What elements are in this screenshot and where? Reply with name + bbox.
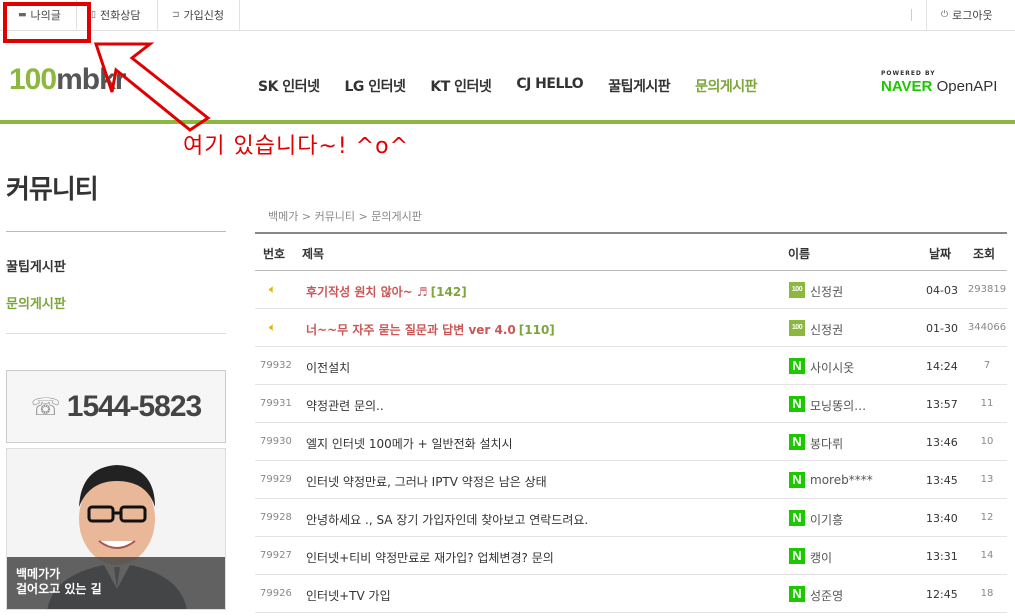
- view-count: 14: [980, 550, 994, 561]
- post-number: 79930: [260, 436, 292, 447]
- site-badge-icon: 100: [789, 320, 805, 336]
- table-row[interactable]: 🔈︎ 너~~무 자주 묻는 질문과 답변 ver 4.0 [110] 100 신정권 01…: [255, 309, 1007, 347]
- arrow-shape: [93, 42, 211, 132]
- view-count: 12: [980, 512, 994, 523]
- author-name[interactable]: 봉다뤼: [810, 435, 843, 452]
- post-number: 79931: [260, 398, 292, 409]
- author-name[interactable]: 이기흥: [810, 511, 843, 528]
- comment-count: [142]: [430, 285, 467, 299]
- sidebar-item-tips[interactable]: 꿀팁게시판: [6, 256, 66, 275]
- post-title: 인터넷+티비 약정만료로 재가입? 업체변경? 문의: [306, 551, 554, 565]
- author-name[interactable]: 사이시옷: [810, 359, 854, 376]
- view-count: 344066: [967, 322, 1007, 333]
- post-title: 약정관련 문의..: [306, 399, 384, 413]
- view-count: 11: [980, 398, 994, 409]
- author-name[interactable]: 모닝똥의…: [810, 397, 866, 414]
- table-row[interactable]: 79926 인터넷+TV 가입 N 성준영 12:45 18: [255, 575, 1007, 613]
- col-date: 날짜: [929, 247, 952, 261]
- view-count: 7: [983, 360, 991, 371]
- post-date: 04-03: [926, 284, 958, 297]
- post-number: 79929: [260, 474, 292, 485]
- post-number: 79932: [260, 360, 292, 371]
- sidebar-divider: [6, 231, 226, 232]
- table-header: 번호 제목 이름 날짜 조회: [255, 232, 1007, 271]
- post-date: 13:45: [926, 474, 958, 487]
- naver-badge-icon: N: [789, 510, 805, 526]
- phone-icon: ☏: [30, 392, 61, 421]
- qna-board-table: 번호 제목 이름 날짜 조회 🔈︎ 후기작성 원치 않아~ ♬ [142] 100 신정…: [255, 232, 1007, 613]
- naver-badge-icon: N: [789, 358, 805, 374]
- post-title: 인터넷+TV 가입: [306, 589, 391, 603]
- promo-caption: 백메가가 걸어오고 있는 길: [7, 557, 225, 609]
- view-count: 10: [980, 436, 994, 447]
- table-row[interactable]: 79927 인터넷+티비 약정만료로 재가입? 업체변경? 문의 N 캥이 13:31 1…: [255, 537, 1007, 575]
- naver-badge-icon: N: [789, 586, 805, 602]
- author-name[interactable]: 신정권: [810, 283, 843, 300]
- naver-badge-icon: N: [789, 472, 805, 488]
- table-row[interactable]: 79931 약정관련 문의.. N 모닝똥의… 13:57 11: [255, 385, 1007, 423]
- table-row[interactable]: 79932 이전설치 N 사이시옷 14:24 7: [255, 347, 1007, 385]
- promo-banner[interactable]: 백메가가 걸어오고 있는 길: [6, 448, 226, 610]
- post-title-link[interactable]: 엘지 인터넷 100메가 + 일반전화 설치시: [306, 435, 513, 452]
- site-badge-icon: 100: [789, 282, 805, 298]
- post-number: 79928: [260, 512, 292, 523]
- post-date: 13:31: [926, 550, 958, 563]
- post-title: 이전설치: [306, 361, 351, 375]
- sidebar-item-qna[interactable]: 문의게시판: [6, 293, 66, 312]
- view-count: 18: [980, 588, 994, 599]
- view-count: 293819: [967, 284, 1007, 295]
- post-title: 너~~무 자주 묻는 질문과 답변 ver 4.0: [306, 323, 516, 337]
- annotation-text: 여기 있습니다~! ^o^: [183, 134, 410, 159]
- post-title-link[interactable]: 너~~무 자주 묻는 질문과 답변 ver 4.0 [110]: [306, 321, 555, 338]
- post-title: 후기작성 원치 않아~ ♬: [306, 285, 428, 299]
- post-number: 79927: [260, 550, 292, 561]
- post-title-link[interactable]: 인터넷+TV 가입: [306, 587, 391, 604]
- author-name[interactable]: 성준영: [810, 587, 843, 604]
- speaker-icon: 🔈︎: [269, 320, 277, 334]
- naver-badge-icon: N: [789, 548, 805, 564]
- view-count: 13: [980, 474, 994, 485]
- sidebar-divider: [6, 333, 226, 334]
- table-row[interactable]: 79928 안녕하세요 ., SA 장기 가입자인데 찾아보고 연락드려요. N 이기…: [255, 499, 1007, 537]
- post-date: 14:24: [926, 360, 958, 373]
- post-title-link[interactable]: 안녕하세요 ., SA 장기 가입자인데 찾아보고 연락드려요.: [306, 511, 588, 528]
- post-title: 인터넷 약정만료, 그러나 IPTV 약정은 남은 상태: [306, 475, 547, 489]
- col-title: 제목: [302, 247, 325, 261]
- sidebar-title: 커뮤니티: [6, 175, 99, 205]
- author-name[interactable]: 캥이: [810, 549, 832, 566]
- post-date: 12:45: [926, 588, 958, 601]
- col-no: 번호: [263, 247, 286, 261]
- post-number: 79926: [260, 588, 292, 599]
- author-name[interactable]: moreb****: [810, 473, 873, 487]
- speaker-icon: 🔈︎: [269, 282, 277, 296]
- post-date: 13:46: [926, 436, 958, 449]
- col-views: 조회: [973, 247, 996, 261]
- post-title-link[interactable]: 후기작성 원치 않아~ ♬ [142]: [306, 283, 467, 300]
- table-row[interactable]: 🔈︎ 후기작성 원치 않아~ ♬ [142] 100 신정권 04-03 293819: [255, 271, 1007, 309]
- naver-badge-icon: N: [789, 396, 805, 412]
- post-date: 13:57: [926, 398, 958, 411]
- annotation-box: [3, 2, 91, 43]
- table-body: 🔈︎ 후기작성 원치 않아~ ♬ [142] 100 신정권 04-03 293819 🔈︎ 너…: [255, 271, 1007, 613]
- col-name: 이름: [788, 247, 811, 261]
- naver-badge-icon: N: [789, 434, 805, 450]
- promo-line-2: 걸어오고 있는 길: [16, 582, 102, 596]
- post-title-link[interactable]: 인터넷 약정만료, 그러나 IPTV 약정은 남은 상태: [306, 473, 547, 490]
- breadcrumb: 백메가 > 커뮤니티 > 문의게시판: [268, 210, 422, 223]
- table-row[interactable]: 79930 엘지 인터넷 100메가 + 일반전화 설치시 N 봉다뤼 13:46 10: [255, 423, 1007, 461]
- phone-number-box: ☏ 1544-5823: [6, 370, 226, 443]
- comment-count: [110]: [518, 323, 555, 337]
- author-name[interactable]: 신정권: [810, 321, 843, 338]
- post-title: 안녕하세요 ., SA 장기 가입자인데 찾아보고 연락드려요.: [306, 513, 589, 527]
- post-title-link[interactable]: 인터넷+티비 약정만료로 재가입? 업체변경? 문의: [306, 549, 554, 566]
- post-date: 01-30: [926, 322, 958, 335]
- post-title-link[interactable]: 약정관련 문의..: [306, 397, 384, 414]
- phone-number: 1544-5823: [66, 389, 202, 423]
- promo-line-1: 백메가가: [16, 567, 61, 581]
- table-row[interactable]: 79929 인터넷 약정만료, 그러나 IPTV 약정은 남은 상태 Nmoreb*…: [255, 461, 1007, 499]
- post-date: 13:40: [926, 512, 958, 525]
- post-title: 엘지 인터넷 100메가 + 일반전화 설치시: [306, 437, 513, 451]
- post-title-link[interactable]: 이전설치: [306, 359, 350, 376]
